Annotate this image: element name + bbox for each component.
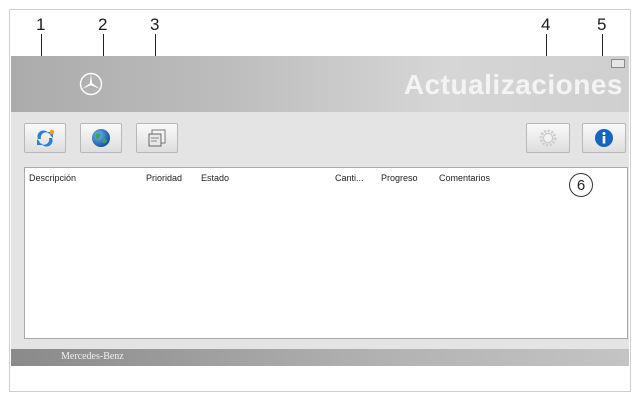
column-header-priority[interactable]: Prioridad (146, 173, 182, 183)
gear-icon (539, 129, 557, 147)
callout-4: 4 (541, 15, 551, 34)
mercedes-star-icon (79, 72, 103, 96)
column-header-comments[interactable]: Comentarios (439, 173, 490, 183)
refresh-arrows-icon (37, 129, 55, 147)
brand-label: Mercedes-Benz (61, 351, 124, 362)
installed-updates-button[interactable] (136, 123, 178, 153)
column-header-quantity[interactable]: Canti... (335, 173, 364, 183)
settings-button[interactable] (526, 123, 570, 153)
header-banner: Actualizaciones (11, 56, 629, 112)
internet-button[interactable] (80, 123, 122, 153)
info-icon (595, 129, 613, 147)
column-header-progress[interactable]: Progreso (381, 173, 418, 183)
callout-2: 2 (98, 15, 108, 34)
footer-bar: Mercedes-Benz (11, 349, 629, 366)
info-button[interactable] (582, 123, 626, 153)
column-header-description[interactable]: Descripción (29, 173, 76, 183)
callout-5: 5 (597, 15, 607, 34)
updates-table: Descripción Prioridad Estado Canti... Pr… (24, 167, 628, 339)
refresh-button[interactable] (24, 123, 66, 153)
callout-6: 6 (569, 173, 593, 197)
callout-3: 3 (150, 15, 160, 34)
globe-icon (92, 129, 110, 147)
banner-title: Actualizaciones (403, 69, 623, 100)
document-window-icon (148, 129, 166, 147)
updates-window: Actualizaciones Descripción Prioridad Es… (11, 56, 629, 366)
column-header-status[interactable]: Estado (201, 173, 229, 183)
callout-1: 1 (36, 15, 46, 34)
window-minimize-button[interactable] (611, 59, 625, 68)
